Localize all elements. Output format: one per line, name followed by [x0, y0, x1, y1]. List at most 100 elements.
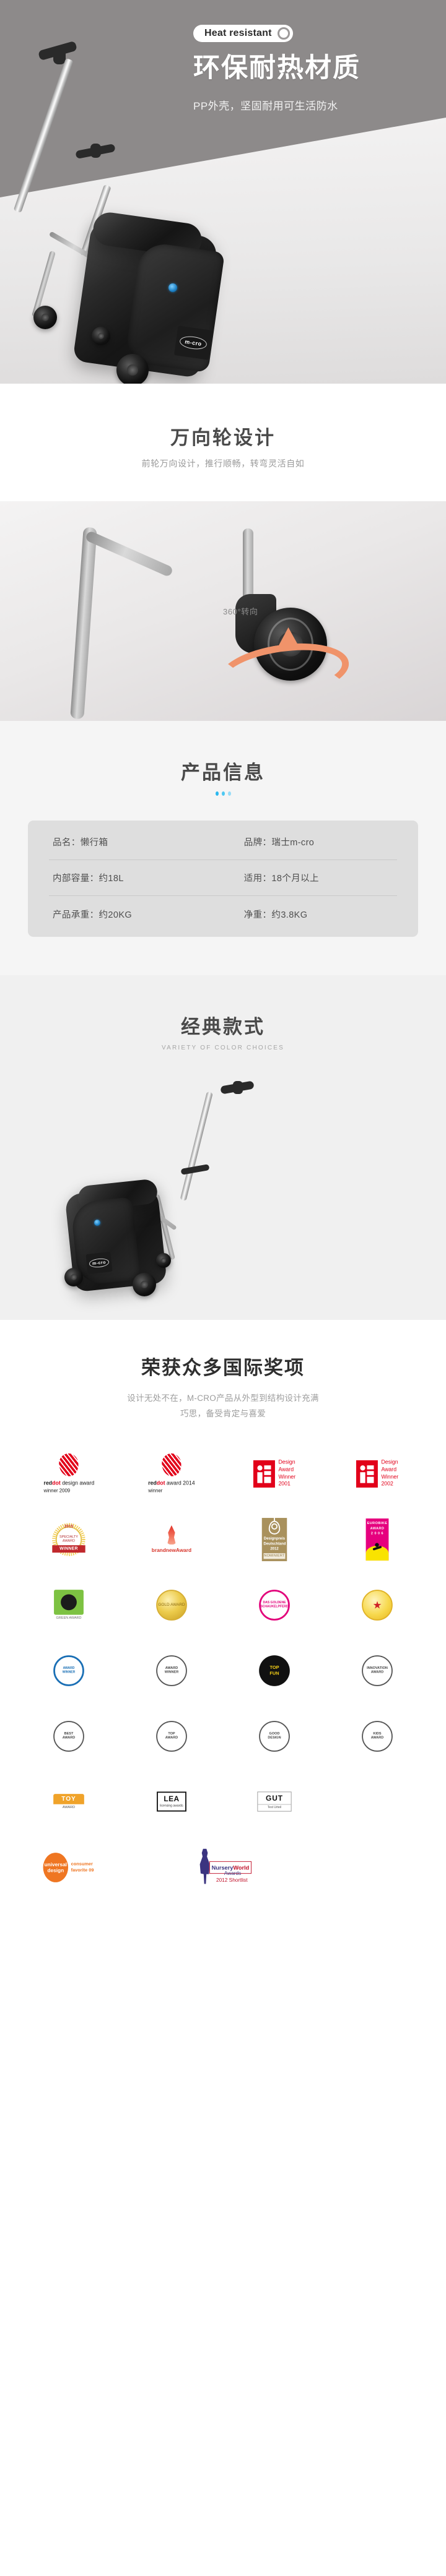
- spec-age: 适用：18个月以上: [243, 874, 319, 884]
- award-badge-blank-2: [327, 1838, 427, 1897]
- classic-handle-joint: [233, 1081, 243, 1094]
- seal-d-l2: AWARD: [370, 1736, 384, 1740]
- award-badge-brandnew: brandnewAward: [121, 1510, 222, 1569]
- caster-title: 万向轮设计: [170, 427, 276, 449]
- green-award-icon: [54, 1590, 84, 1616]
- reddot-2009-text: reddot design award winner 2009: [43, 1480, 94, 1494]
- reddot-2009-winner: winner 2009: [43, 1488, 70, 1494]
- seal-c-icon: GOOD DESIGN: [259, 1721, 290, 1752]
- specialty-seal-icon: 2015 SPECIALTY AWARD WINNER: [52, 1523, 85, 1556]
- toy-award-bottom: AWARD: [62, 1806, 76, 1809]
- awards-title: 荣获众多国际奖项: [141, 1357, 305, 1379]
- product-info-section: 产品信息 品名：懒行箱 品牌：瑞士m-cro 内部容量：约18L 适用：18个月…: [0, 721, 446, 975]
- designpreis-year: 2012: [270, 1546, 279, 1551]
- table-row: 内部容量：约18L 适用：18个月以上: [49, 860, 397, 896]
- award-badge-star: ★: [327, 1575, 427, 1635]
- lea-sub: licensing awards: [160, 1804, 183, 1808]
- award-badge-innovation: INNOVATION AWARD: [327, 1641, 427, 1700]
- classic-style-section: 经典款式 VARIETY OF COLOR CHOICES m-cro: [0, 975, 446, 1320]
- hero-title: 环保耐热材质: [193, 53, 361, 83]
- classic-brand-patch: m-cro: [85, 1251, 113, 1275]
- blue-seal-icon: AWARD WINNER: [53, 1655, 84, 1686]
- classic-brand-text: m-cro: [89, 1257, 110, 1269]
- brand-logo-text: m-cro: [178, 334, 208, 351]
- if-2002-l2: Award: [381, 1467, 397, 1473]
- award-badge-specialty-2015: 2015 SPECIALTY AWARD WINNER: [19, 1510, 119, 1569]
- spec-weight: 净重：约3.8KG: [243, 910, 308, 920]
- caster-heading-block: 万向轮设计 前轮万向设计，推行顺畅，转弯灵活自如: [0, 422, 446, 470]
- reddot-red: red: [148, 1480, 157, 1487]
- award-badge-gut: GUT Test Urteil: [224, 1772, 325, 1832]
- rotation-label: 360°转向: [223, 607, 258, 616]
- reddot-logo-icon: [160, 1452, 183, 1478]
- lea-main: LEA: [164, 1794, 180, 1804]
- caster-subtitle: 前轮万向设计，推行顺畅，转弯灵活自如: [141, 459, 305, 468]
- award-badge-seal-b: TOP AWARD: [121, 1707, 222, 1766]
- award-badge-blue-seal: AWARD WINNER: [19, 1641, 119, 1700]
- spec-table: 品名：懒行箱 品牌：瑞士m-cro 内部容量：约18L 适用：18个月以上 产品…: [28, 821, 418, 937]
- schaukelpferd-l1: DAS GOLDENE: [263, 1601, 286, 1605]
- seal-a-l2: AWARD: [62, 1736, 76, 1740]
- seal-c-l2: DESIGN: [268, 1736, 281, 1740]
- if-2001-l1: Design: [278, 1459, 295, 1466]
- classic-wheel-rear: [133, 1273, 156, 1296]
- awards-lead-line2: 巧思，备受肯定与喜爱: [180, 1408, 266, 1418]
- schaukelpferd-l2: SCHAUKELPFERD: [260, 1605, 289, 1609]
- innovation-l1: INNOVATION: [367, 1666, 388, 1670]
- info-title: 产品信息: [181, 762, 265, 783]
- handle-joint-mid: [90, 144, 101, 158]
- dot-1: [215, 791, 219, 796]
- award-badge-designpreis-2012: Designpreis Deutschland 2012 NOMINIERT: [224, 1510, 325, 1569]
- spec-load: 产品承重：约20KG: [53, 910, 133, 920]
- caster-leg-vertical: [70, 527, 97, 720]
- star-award-icon: ★: [362, 1590, 393, 1621]
- caster-stem: [243, 528, 253, 600]
- reddot-dot: dot: [156, 1480, 165, 1487]
- seal-b-icon: TOP AWARD: [156, 1721, 187, 1752]
- reddot-rest: award 2014: [165, 1480, 195, 1487]
- award-badge-grid: reddot design award winner 2009 reddot a…: [19, 1444, 427, 1897]
- green-award-caption: GREEN AWARD: [56, 1616, 82, 1621]
- hero-subtitle: PP外壳，坚固耐用可生活防水: [193, 100, 338, 113]
- reddot-dot: dot: [51, 1480, 61, 1487]
- ring-icon: [277, 27, 290, 40]
- seal-a-l1: BEST: [64, 1732, 74, 1736]
- designpreis-text: Designpreis Deutschland 2012: [264, 1536, 286, 1551]
- spec-capacity: 内部容量：约18L: [53, 874, 124, 884]
- heat-resistant-badge: Heat resistant: [193, 25, 293, 42]
- seal-b-l1: TOP: [168, 1732, 175, 1736]
- award-badge-schaukelpferd: DAS GOLDENE SCHAUKELPFERD: [224, 1575, 325, 1635]
- classic-pole: [180, 1091, 213, 1201]
- awards-lead: 设计无处不在，M-CRO产品从外型到结构设计充满 巧思，备受肯定与喜爱: [77, 1391, 369, 1422]
- ud-l2: design: [47, 1867, 64, 1874]
- award-badge-eurobike-2006: EUROBIKE AWARD 2 0 0 6: [327, 1510, 427, 1569]
- nw-awards: Awards: [224, 1870, 242, 1876]
- award-badge-lea: LEA licensing awards: [121, 1772, 222, 1832]
- gut-main: GUT: [265, 1794, 284, 1803]
- eurobike-year: 2 0 0 6: [370, 1531, 384, 1536]
- if-2001-text: Design Award Winner 2001: [278, 1459, 295, 1488]
- classic-handle-mid: [180, 1164, 210, 1175]
- award-badge-seal-a: BEST AWARD: [19, 1707, 119, 1766]
- award-badge-top-fun: TOP FUN: [224, 1641, 325, 1700]
- award-badge-circle-b: AWARD WINNER: [121, 1641, 222, 1700]
- awards-lead-line1: 设计无处不在，M-CRO产品从外型到结构设计充满: [127, 1394, 319, 1403]
- circle-b-l1: AWARD: [165, 1666, 178, 1670]
- spec-brand: 品牌：瑞士m-cro: [243, 838, 315, 848]
- blue-seal-l1: AWARD: [63, 1666, 75, 1670]
- award-badge-universal-design: universal design consumer favorite 09: [19, 1838, 119, 1897]
- gut-sub: Test Urteil: [258, 1804, 291, 1811]
- classic-heading-block: 经典款式 VARIETY OF COLOR CHOICES: [0, 1011, 446, 1051]
- product-detail-page: m-cro Heat resistant 环保耐热材质 PP外壳，坚固耐用可生活…: [0, 0, 446, 1922]
- award-badge-if-2001: Design Award Winner 2001: [224, 1444, 325, 1504]
- reddot-red: red: [43, 1480, 52, 1487]
- if-2002-l3: Winner: [381, 1473, 399, 1481]
- seal-b-l2: AWARD: [165, 1736, 178, 1740]
- telescopic-pole: [13, 58, 74, 213]
- designpreis-l1: Designpreis: [263, 1536, 286, 1541]
- reddot-rest: design award: [60, 1480, 94, 1487]
- flame-icon: [167, 1525, 177, 1545]
- wheel-mid: [92, 327, 110, 345]
- award-badge-reddot-2009: reddot design award winner 2009: [19, 1444, 119, 1504]
- brand-logo-patch: m-cro: [173, 325, 213, 360]
